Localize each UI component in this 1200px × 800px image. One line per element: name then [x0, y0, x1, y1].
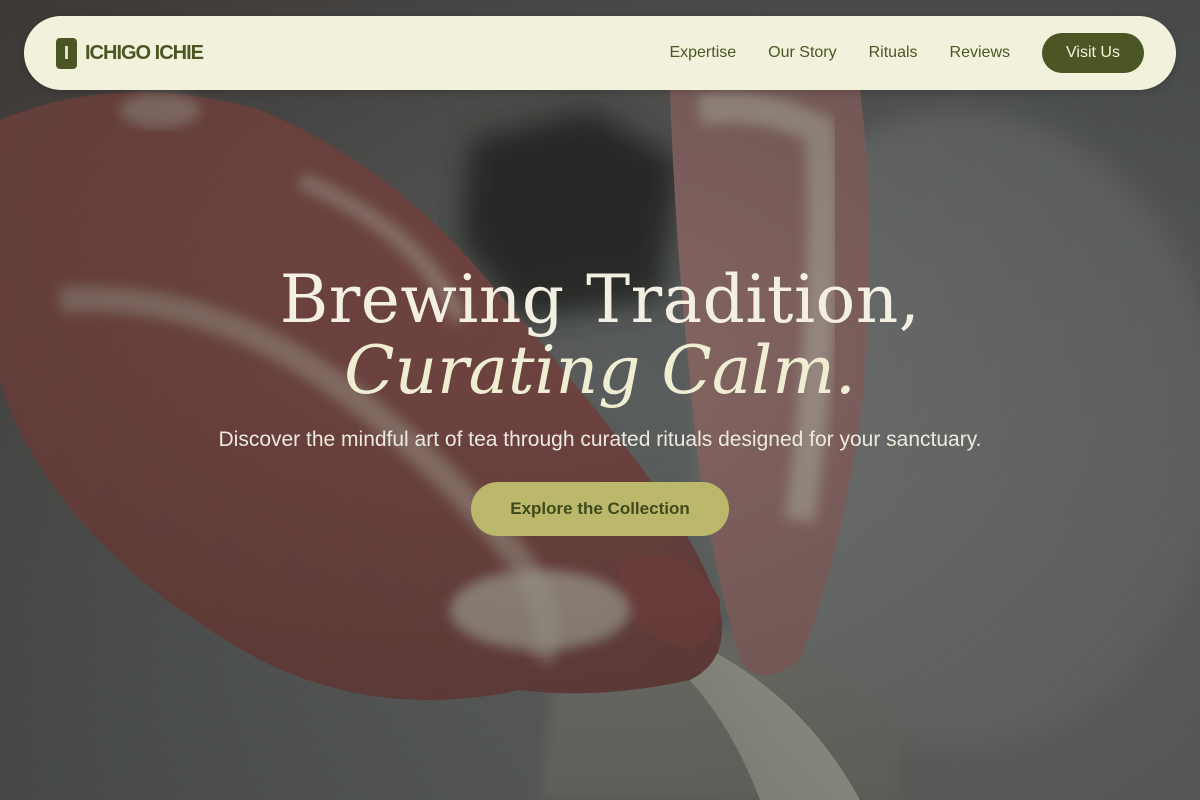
brand-logo-link[interactable]: I ICHIGO ICHIE	[56, 37, 204, 69]
top-navbar: I ICHIGO ICHIE Expertise Our Story Ritua…	[24, 16, 1176, 90]
brand-logo-icon: I	[56, 37, 77, 69]
hero-section: Brewing Tradition, Curating Calm. Discov…	[0, 262, 1200, 536]
hero-title-line2: Curating Calm.	[344, 332, 856, 409]
nav-link-reviews[interactable]: Reviews	[950, 44, 1010, 62]
nav-links: Expertise Our Story Rituals Reviews Visi…	[669, 33, 1144, 73]
visit-us-button[interactable]: Visit Us	[1042, 33, 1144, 73]
explore-collection-button[interactable]: Explore the Collection	[471, 482, 729, 536]
nav-link-expertise[interactable]: Expertise	[669, 44, 736, 62]
hero-title-line1: Brewing Tradition,	[279, 261, 921, 338]
hero-subtitle: Discover the mindful art of tea through …	[218, 428, 982, 451]
nav-link-our-story[interactable]: Our Story	[768, 44, 836, 62]
nav-link-rituals[interactable]: Rituals	[869, 44, 918, 62]
brand-name: ICHIGO ICHIE	[85, 41, 204, 64]
